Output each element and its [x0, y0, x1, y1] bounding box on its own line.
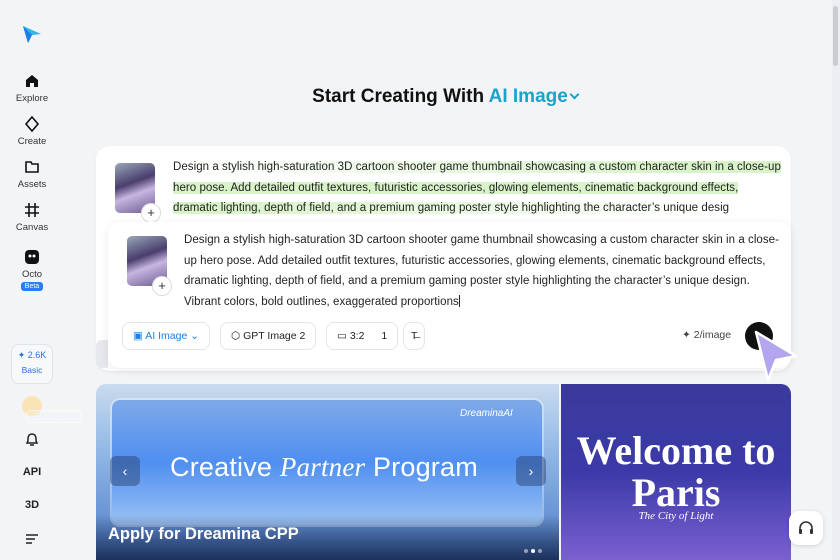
chevron-left-icon: ‹	[122, 463, 128, 479]
mode-selector-label: AI Image	[488, 86, 568, 107]
api-link[interactable]: API	[22, 462, 42, 482]
sparkle-icon	[24, 115, 40, 133]
plan-label: Basic	[21, 365, 43, 375]
sidebar-item-label: Assets	[17, 179, 47, 190]
credits-value: 2.6K	[27, 350, 47, 360]
octo-icon	[25, 250, 39, 264]
model-label: GPT Image 2	[243, 330, 306, 342]
brand-name: DreaminaAI	[460, 408, 513, 419]
title-prefix: Start Creating With	[312, 86, 485, 107]
brand-logo: DreaminaAI	[460, 408, 513, 419]
chevron-down-icon: ⌄	[190, 330, 200, 342]
prompt-text-background[interactable]: Design a stylish high-saturation 3D cart…	[173, 157, 781, 219]
aspect-ratio-icon: ▭	[337, 330, 347, 342]
chevron-down-icon	[569, 89, 580, 100]
chevron-right-icon: ›	[528, 463, 534, 479]
headset-icon	[799, 521, 813, 534]
banner-title: Creative Partner Program	[170, 452, 478, 483]
banner-title-b: Partner	[279, 452, 366, 482]
prompt-input[interactable]: Design a stylish high-saturation 3D cart…	[184, 230, 780, 312]
dreamina-logo-icon[interactable]	[20, 22, 44, 46]
carousel-dot[interactable]	[538, 549, 542, 553]
sidebar-item-canvas[interactable]: Canvas	[0, 201, 64, 233]
credits-panel[interactable]: ✦ 2.6K Basic	[11, 344, 53, 384]
support-button[interactable]	[789, 511, 823, 545]
paris-title: Welcome to Paris	[576, 428, 776, 515]
banner-title-a: Creative	[170, 452, 273, 482]
add-reference-button[interactable]: +	[152, 276, 172, 296]
credit-cost-label: 2/image	[693, 329, 732, 341]
sidebar-item-label: Octo	[21, 269, 43, 280]
image-icon: ▣	[133, 330, 143, 342]
sidebar-item-create[interactable]: Create	[0, 115, 64, 147]
prev-arrow-button[interactable]: ‹	[110, 456, 140, 486]
carousel-dot[interactable]	[524, 549, 528, 553]
model-dropdown[interactable]: ⬡ GPT Image 2	[220, 322, 317, 350]
text-caret	[458, 294, 460, 307]
carousel-dot-active[interactable]	[531, 549, 535, 553]
image-count: 1	[381, 330, 388, 342]
credit-cost: ✦ 2/image	[682, 329, 731, 341]
canvas-frame-icon	[25, 203, 39, 217]
beta-badge: Beta	[20, 282, 44, 291]
banner-caption[interactable]: Apply for Dreamina CPP	[108, 525, 299, 544]
paris-subtitle: The City of Light	[638, 510, 714, 522]
bell-icon[interactable]	[22, 429, 42, 449]
menu-icon[interactable]	[22, 528, 42, 548]
sidebar-item-octo[interactable]: Octo Beta	[0, 248, 64, 291]
scrollbar-thumb[interactable]	[833, 6, 838, 66]
text-style-button[interactable]: T̶	[403, 322, 426, 350]
status-chip: 99% Dreaming	[26, 410, 83, 423]
sidebar: Explore Create Assets Canvas Octo Beta ✦…	[0, 0, 64, 560]
next-arrow-button[interactable]: ›	[516, 456, 546, 486]
carousel-dots[interactable]	[524, 540, 545, 558]
text-format-icon: T̶	[411, 330, 418, 342]
folder-icon	[25, 161, 39, 173]
scrollbar-track[interactable]	[832, 0, 840, 560]
sidebar-item-assets[interactable]: Assets	[0, 158, 64, 190]
page-title: Start Creating With AI Image	[0, 86, 840, 108]
ratio-dropdown[interactable]: ▭ 3:2 1	[326, 322, 399, 350]
banner-title-c: Program	[372, 452, 478, 482]
sparkle-icon: ✦	[682, 329, 691, 341]
ratio-label: 3:2	[349, 330, 365, 342]
mouse-cursor-icon	[754, 330, 798, 382]
3d-link[interactable]: 3D	[22, 495, 42, 515]
sparkle-icon: ✦	[17, 350, 26, 360]
mode-dropdown-label: AI Image	[145, 330, 188, 342]
cube-icon: ⬡	[231, 330, 241, 342]
sidebar-item-label: Canvas	[15, 222, 49, 233]
mode-dropdown[interactable]: ▣ AI Image ⌄	[122, 322, 211, 350]
panel-shadow-strip	[96, 340, 108, 368]
mode-selector[interactable]: AI Image	[488, 86, 580, 107]
add-reference-button[interactable]: +	[141, 203, 161, 223]
sidebar-item-label: Create	[17, 136, 47, 147]
